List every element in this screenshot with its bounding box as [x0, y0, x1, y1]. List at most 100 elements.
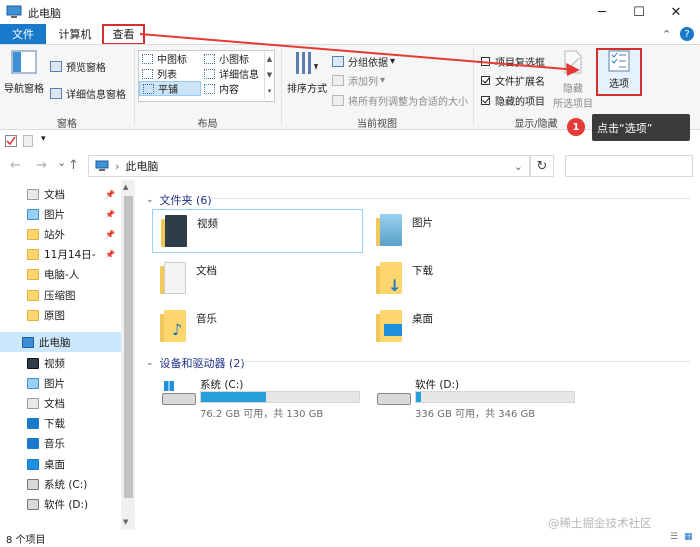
drives-section-header[interactable]: ⌄ 设备和驱动器 (2) [146, 355, 245, 371]
folder-icon [27, 289, 39, 301]
drive-name: 系统 (C:) [200, 379, 244, 391]
drive-name: 软件 (D:) [415, 379, 460, 391]
nav-scroll-thumb[interactable] [124, 196, 133, 498]
folder-name: 音乐 [196, 312, 217, 325]
download-icon [27, 417, 39, 429]
videos-folder-icon [161, 215, 189, 247]
videos-icon [27, 357, 39, 369]
pin-icon[interactable]: 📌 [105, 190, 115, 199]
drive-usage-bar [415, 391, 575, 403]
folder-name: 下载 [412, 264, 433, 277]
nav-item-label: 11月14日- [44, 248, 96, 261]
nav-item[interactable]: 下载 [0, 413, 121, 433]
search-input[interactable] [565, 155, 693, 177]
drive-free-space: 76.2 GB 可用，共 130 GB [200, 409, 324, 420]
large-icons-view-icon[interactable]: ▦ [684, 532, 693, 542]
forward-button[interactable]: → [36, 158, 47, 173]
folder-name: 桌面 [412, 312, 433, 325]
documents-icon [27, 397, 39, 409]
folder-tile-music[interactable]: ♪ 音乐 [152, 305, 352, 347]
section-divider [240, 361, 690, 362]
nav-item[interactable]: 原图 [0, 305, 121, 325]
pin-icon[interactable]: 📌 [105, 250, 115, 259]
chevron-down-icon[interactable]: ⌄ [146, 358, 154, 368]
desktop-folder-icon [376, 310, 404, 342]
nav-item[interactable]: 视频 [0, 353, 121, 373]
drive-usage-fill [201, 392, 266, 402]
drive-free-space: 336 GB 可用，共 346 GB [415, 409, 536, 420]
address-dropdown-icon[interactable]: ⌄ [514, 160, 523, 173]
nav-item[interactable]: 软件 (D:) [0, 494, 121, 514]
nav-item-label: 压缩图 [44, 289, 76, 302]
nav-item-label: 视频 [44, 357, 65, 370]
folder-icon [27, 268, 39, 280]
customize-qat-icon[interactable]: ▾ [41, 134, 46, 144]
nav-item[interactable]: 音乐 [0, 433, 121, 453]
pictures-folder-icon [376, 214, 404, 246]
nav-item[interactable]: 站外 📌 [0, 224, 121, 244]
refresh-icon: ↻ [536, 158, 548, 174]
drive-tile-d[interactable]: 软件 (D:) 336 GB 可用，共 346 GB [375, 377, 585, 420]
nav-item[interactable]: 图片 📌 [0, 204, 121, 224]
folder-tile-documents[interactable]: 文档 [152, 257, 352, 299]
step-number-badge: 1 [567, 118, 585, 136]
nav-item[interactable]: 电脑-人 [0, 264, 121, 284]
recent-locations-button[interactable]: ⌄ [57, 156, 66, 169]
drive-icon [27, 498, 39, 510]
breadcrumb-this-pc[interactable]: 此电脑 [125, 158, 158, 174]
nav-item[interactable]: 压缩图 [0, 285, 121, 305]
nav-item[interactable]: 此电脑 [0, 332, 121, 352]
folder-tile-downloads[interactable]: ↓ 下载 [368, 257, 568, 299]
nav-item-label: 下载 [44, 417, 65, 430]
folder-tile-videos[interactable]: 视频 [152, 209, 363, 253]
documents-folder-icon [160, 262, 188, 294]
address-bar[interactable]: › 此电脑 ⌄ [88, 155, 530, 177]
pictures-icon [27, 377, 39, 389]
nav-item[interactable]: 桌面 [0, 454, 121, 474]
computer-icon [22, 336, 34, 348]
nav-item-label: 桌面 [44, 458, 65, 471]
new-folder-icon[interactable] [23, 135, 33, 147]
up-button[interactable]: ↑ [68, 158, 79, 173]
drive-usage-fill [416, 392, 421, 402]
details-view-icon[interactable]: ☰ [670, 532, 678, 542]
nav-item[interactable]: 文档 [0, 393, 121, 413]
drives-section-title: 设备和驱动器 (2) [159, 357, 245, 370]
watermark: @稀土掘金技术社区 [548, 516, 652, 530]
folders-section-header[interactable]: ⌄ 文件夹 (6) [146, 192, 212, 208]
drive-icon [27, 478, 39, 490]
folder-tile-pictures[interactable]: 图片 [368, 209, 568, 251]
nav-item[interactable]: 11月14日- 📌 [0, 244, 121, 264]
status-bar: 8 个项目 [0, 530, 700, 547]
pictures-icon [27, 208, 39, 220]
item-count: 8 个项目 [6, 535, 46, 546]
nav-item-label: 音乐 [44, 437, 65, 450]
drive-tile-c[interactable]: 系统 (C:) 76.2 GB 可用，共 130 GB [160, 377, 370, 420]
scroll-down-icon[interactable]: ▼ [123, 518, 128, 526]
breadcrumb-separator: › [115, 159, 120, 173]
nav-item[interactable]: 图片 [0, 373, 121, 393]
nav-item-label: 系统 (C:) [44, 478, 88, 491]
nav-item-label: 原图 [44, 309, 65, 322]
folder-tile-desktop[interactable]: 桌面 [368, 305, 568, 347]
chevron-down-icon[interactable]: ⌄ [146, 195, 154, 205]
pin-icon[interactable]: 📌 [105, 210, 115, 219]
music-icon [27, 437, 39, 449]
folder-name: 图片 [412, 216, 433, 229]
music-folder-icon: ♪ [160, 310, 188, 342]
nav-item-label: 图片 [44, 208, 65, 221]
nav-item-label: 文档 [44, 188, 65, 201]
nav-item[interactable]: 文档 📌 [0, 184, 121, 204]
folder-icon [27, 309, 39, 321]
downloads-folder-icon: ↓ [376, 262, 404, 295]
documents-icon [27, 188, 39, 200]
properties-icon[interactable] [5, 135, 17, 147]
scroll-up-icon[interactable]: ▲ [123, 183, 128, 191]
drive-icon [377, 393, 411, 405]
folder-name: 文档 [196, 264, 217, 277]
pin-icon[interactable]: 📌 [105, 230, 115, 239]
back-button[interactable]: ← [10, 158, 21, 173]
refresh-button[interactable]: ↻ [530, 155, 554, 177]
nav-item[interactable]: 系统 (C:) [0, 474, 121, 494]
folder-icon [27, 248, 39, 260]
